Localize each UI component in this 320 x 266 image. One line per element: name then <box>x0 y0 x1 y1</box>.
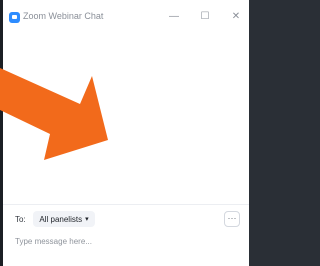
chat-messages-area <box>3 34 249 204</box>
minimize-button[interactable]: — <box>167 10 181 24</box>
title-bar[interactable]: Zoom Webinar Chat — ☐ ✕ <box>3 0 249 34</box>
chevron-down-icon: ▾ <box>85 216 89 223</box>
close-button[interactable]: ✕ <box>229 10 243 24</box>
recipient-label: All panelists <box>39 214 83 224</box>
composer-divider <box>3 204 249 205</box>
zoom-app-icon <box>9 12 20 23</box>
recipient-dropdown[interactable]: All panelists ▾ <box>33 211 95 227</box>
message-input[interactable] <box>15 234 239 248</box>
to-label: To: <box>15 215 26 224</box>
chat-window: Zoom Webinar Chat — ☐ ✕ To: All panelist… <box>3 0 249 266</box>
maximize-button[interactable]: ☐ <box>198 10 212 24</box>
window-title: Zoom Webinar Chat <box>23 11 104 21</box>
more-options-button[interactable]: ··· <box>224 211 240 227</box>
